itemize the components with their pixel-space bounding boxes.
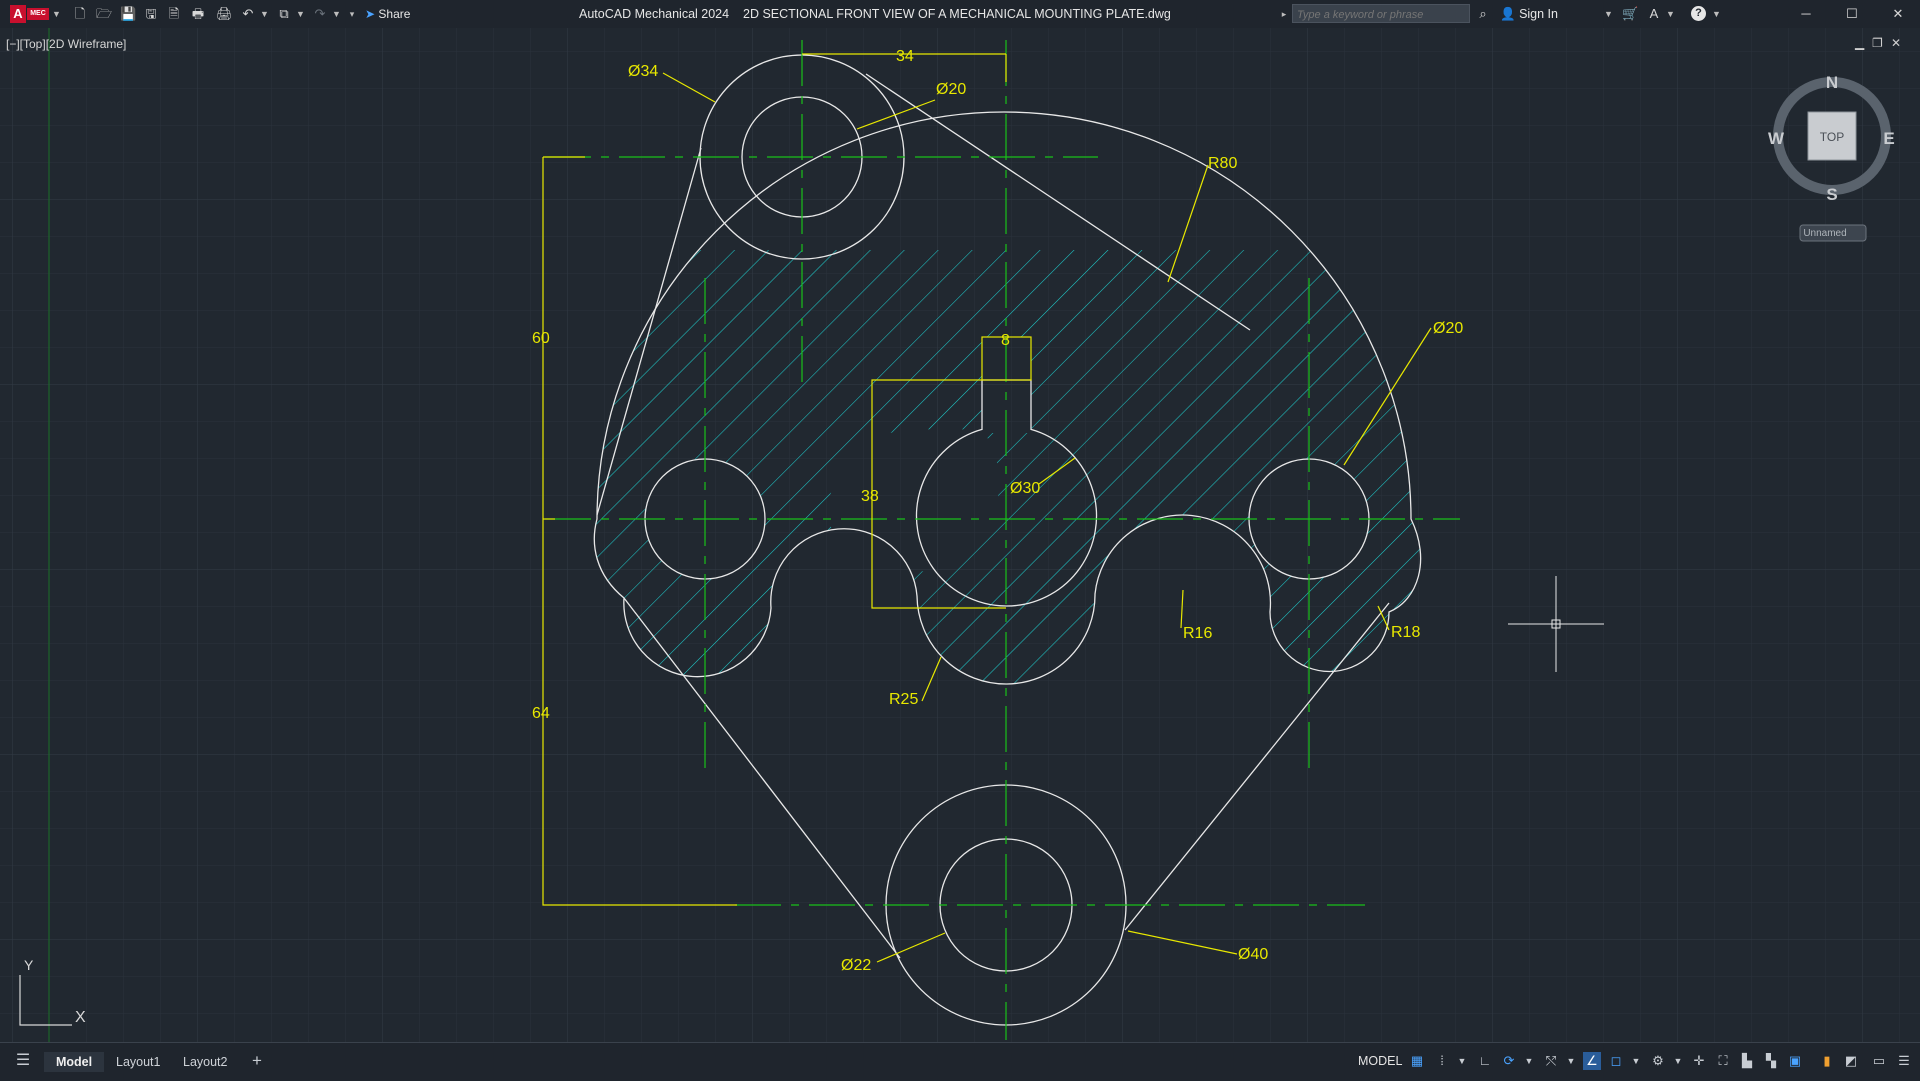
tab-model[interactable]: Model [44,1052,104,1072]
snap-toggle-icon[interactable]: ⁞ [1433,1052,1451,1070]
isodraft-caret-icon[interactable]: ▼ [1562,1052,1580,1070]
dim-d40: Ø40 [1238,946,1268,963]
help-icon[interactable]: ? [1691,6,1706,21]
object-snap-caret-icon[interactable]: ▼ [1627,1052,1645,1070]
dim-d20-right: Ø20 [1433,320,1463,337]
mec-badge: MEC [27,8,49,20]
annotation-scale-icon[interactable]: ✛ [1690,1052,1708,1070]
open-file-icon[interactable]: 🗁 [96,6,112,22]
share-icon: ➤ [365,7,376,21]
isodraft-icon[interactable]: ⤲ [1542,1052,1560,1070]
snap-caret-icon[interactable]: ▼ [1453,1052,1471,1070]
dim-d22: Ø22 [841,957,871,974]
drawing-canvas[interactable]: Ø34 34 Ø20 R80 Ø20 60 8 Ø30 38 R16 R18 R… [0,28,1920,1042]
tab-layout2[interactable]: Layout2 [183,1052,227,1072]
cart-icon[interactable]: 🛒 [1622,6,1638,22]
viewport-restore-icon[interactable]: ❐ [1872,37,1883,49]
search-box[interactable] [1292,4,1470,24]
object-snap-tracking-icon[interactable]: ∠ [1583,1052,1601,1070]
ucs-y-label: Y [24,957,34,973]
autocad-logo-icon: A [10,5,26,23]
viewcube-face-label: TOP [1820,130,1844,144]
clean-screen-icon[interactable]: ▭ [1870,1052,1888,1070]
dim-r16: R16 [1183,625,1212,642]
file-name: 2D SECTIONAL FRONT VIEW OF A MECHANICAL … [743,7,1171,21]
quick-properties-icon[interactable]: ▣ [1786,1052,1804,1070]
minimize-window-icon[interactable]: ─ [1798,6,1814,22]
object-snap-icon[interactable]: ◻ [1607,1052,1625,1070]
dim-d34: Ø34 [628,63,658,80]
viewport-minimize-icon[interactable]: ▁ [1855,37,1864,49]
undo-caret-icon[interactable]: ▼ [260,6,269,22]
redo-caret-icon[interactable]: ▼ [332,6,341,22]
save-icon[interactable]: 💾 [120,6,136,22]
maximize-window-icon[interactable]: ☐ [1844,6,1860,22]
customization-menu-icon[interactable]: ☰ [1895,1052,1913,1070]
annotation-visibility-icon[interactable]: ⛶ [1714,1052,1732,1070]
search-input[interactable] [1293,6,1469,24]
dim-60: 60 [532,330,550,347]
dim-r18: R18 [1391,624,1420,641]
polar-caret-icon[interactable]: ▼ [1520,1052,1538,1070]
ucs-name: Unnamed [1803,228,1846,239]
dim-r80: R80 [1208,155,1237,172]
dim-d30: Ø30 [1010,480,1040,497]
dim-d20-top: Ø20 [936,81,966,98]
publish-icon[interactable]: 🗎 [166,6,182,22]
print-icon[interactable]: 🖨 [216,6,233,22]
lock-ui-icon[interactable]: ▮ [1818,1052,1836,1070]
search-icon[interactable]: ⌕ [1475,6,1491,22]
dim-key-8: 8 [1001,332,1010,349]
share-label: Share [378,7,411,21]
close-window-icon[interactable]: ✕ [1890,6,1906,22]
search-expand-icon[interactable]: ▸ [1280,6,1288,22]
viewcube-north[interactable]: N [1826,73,1838,92]
viewport-controls[interactable]: [−][Top][2D Wireframe] [6,37,126,51]
app-menu-caret-icon[interactable]: ▼ [52,6,61,22]
help-caret-icon[interactable]: ▼ [1712,6,1721,22]
customize-caret-icon[interactable]: ▾ [348,6,356,22]
isolate-objects-icon[interactable]: ▙ [1738,1052,1756,1070]
plot-preview-icon[interactable]: 🖶 [190,6,206,22]
ortho-toggle-icon[interactable]: ∟ [1476,1052,1494,1070]
share-button[interactable]: ➤ Share [365,5,410,23]
match-properties-icon[interactable]: ⧉ [276,6,292,22]
new-file-icon[interactable]: 🗋 [72,6,88,22]
sign-in-label: Sign In [1519,7,1558,21]
workspace-gear-icon[interactable]: ⚙ [1649,1052,1667,1070]
sign-in-caret-icon[interactable]: ▼ [1604,6,1613,22]
undo-icon[interactable]: ↶ [240,6,256,22]
dim-64: 64 [532,705,550,722]
units-icon[interactable]: ◩ [1842,1052,1860,1070]
add-layout-icon[interactable]: + [248,1052,266,1070]
grid-toggle-icon[interactable]: ▦ [1408,1052,1426,1070]
match-caret-icon[interactable]: ▼ [296,6,305,22]
ucs-x-label: X [75,1009,86,1026]
app-caret-icon[interactable]: ▼ [1666,6,1675,22]
dim-r25: R25 [889,691,918,708]
title-bar: A MEC ▼ 🗋 🗁 💾 🖫 🗎 🖶 🖨 ↶ ▼ ⧉ ▼ ↷ ▼ ▾ ➤ Sh… [0,0,1920,28]
section-hatch [560,250,1460,700]
user-icon: 👤 [1500,7,1516,21]
app-menu-button[interactable]: A MEC [10,5,50,23]
tab-layout1[interactable]: Layout1 [116,1052,160,1072]
autodesk-app-icon[interactable]: A [1646,6,1662,22]
dim-38: 38 [861,488,879,505]
dim-top-distance: 34 [896,48,914,65]
viewport-close-icon[interactable]: ✕ [1891,37,1901,49]
viewcube-east[interactable]: E [1883,129,1894,148]
save-as-icon[interactable]: 🖫 [143,6,159,22]
viewcube-south[interactable]: S [1826,185,1837,204]
redo-icon[interactable]: ↷ [312,6,328,22]
polar-toggle-icon[interactable]: ⟳ [1500,1052,1518,1070]
hamburger-menu-icon[interactable]: ☰ [14,1052,32,1070]
viewcube-west[interactable]: W [1768,129,1785,148]
model-space-button[interactable]: MODEL [1358,1052,1402,1070]
window-title: AutoCAD Mechanical 2024 2D SECTIONAL FRO… [579,0,1171,28]
app-name: AutoCAD Mechanical 2024 [579,7,730,21]
workspace-caret-icon[interactable]: ▼ [1669,1052,1687,1070]
hardware-acceleration-icon[interactable]: ▚ [1762,1052,1780,1070]
sign-in-button[interactable]: 👤 Sign In [1500,5,1558,23]
